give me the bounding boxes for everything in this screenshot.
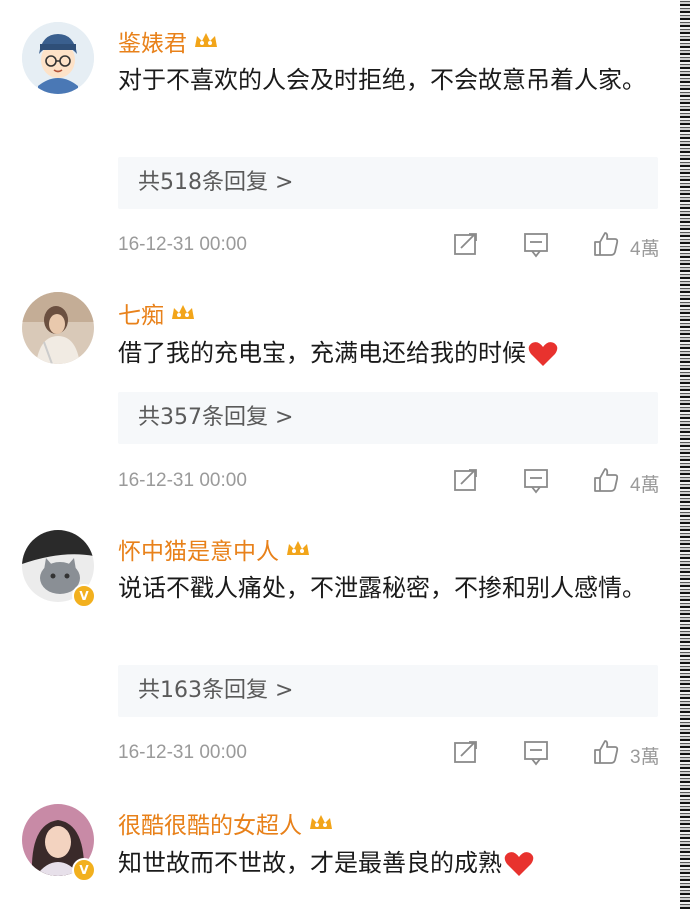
avatar[interactable] xyxy=(22,292,94,364)
photo-avatar-icon xyxy=(22,292,94,364)
replies-label: 共357条回复 > xyxy=(138,405,294,430)
vip-crown-icon xyxy=(172,305,194,319)
heart-icon xyxy=(504,852,534,876)
avatar[interactable] xyxy=(22,22,94,94)
username-text[interactable]: 鉴婊君 xyxy=(118,24,187,58)
username-text[interactable]: 怀中猫是意中人 xyxy=(118,532,279,566)
comment-icon[interactable] xyxy=(522,466,550,494)
comment-text: 知世故而不世故，才是最善良的成熟 xyxy=(118,844,658,882)
screenshot-edge-border xyxy=(680,0,690,909)
comment-item: V 怀中猫是意中人 说话不戳人痛处，不泄露秘密，不掺和别人感情。 共163条回复… xyxy=(0,508,680,778)
comment-item: V 很酷很酷的女超人 知世故而不世故，才是最善良的成熟 xyxy=(0,778,680,909)
comment-item: 鉴婊君 对于不喜欢的人会及时拒绝，不会故意吊着人家。 共518条回复 > 16-… xyxy=(0,0,680,270)
cartoon-boy-avatar-icon xyxy=(22,22,94,94)
comment-meta: 16-12-31 00:00 4萬 xyxy=(118,230,666,260)
replies-link[interactable]: 共357条回复 > xyxy=(118,392,658,444)
verified-badge-icon: V xyxy=(72,858,96,882)
comment-text-content: 知世故而不世故，才是最善良的成熟 xyxy=(118,849,502,877)
verified-badge-icon: V xyxy=(72,584,96,608)
comment-icon[interactable] xyxy=(522,230,550,258)
repost-icon[interactable] xyxy=(452,230,480,258)
vip-crown-icon xyxy=(195,33,217,47)
username-text[interactable]: 很酷很酷的女超人 xyxy=(118,806,302,840)
vip-crown-icon xyxy=(287,541,309,555)
timestamp: 16-12-31 00:00 xyxy=(118,234,247,255)
comment-text-content: 借了我的充电宝，充满电还给我的时候 xyxy=(118,339,526,367)
like-count: 3萬 xyxy=(630,747,660,768)
repost-icon[interactable] xyxy=(452,466,480,494)
timestamp: 16-12-31 00:00 xyxy=(118,742,247,763)
like-count: 4萬 xyxy=(630,239,660,260)
comment-text: 借了我的充电宝，充满电还给我的时候 xyxy=(118,334,658,372)
like-icon[interactable] xyxy=(592,466,620,494)
comment-icon[interactable] xyxy=(522,738,550,766)
username[interactable]: 鉴婊君 xyxy=(118,24,219,58)
replies-label: 共163条回复 > xyxy=(138,678,294,703)
comment-meta: 16-12-31 00:00 3萬 xyxy=(118,738,666,768)
repost-icon[interactable] xyxy=(452,738,480,766)
heart-icon xyxy=(528,342,558,366)
vip-crown-icon xyxy=(310,815,332,829)
username-text[interactable]: 七痴 xyxy=(118,296,164,330)
replies-label: 共518条回复 > xyxy=(138,170,294,195)
comment-text: 对于不喜欢的人会及时拒绝，不会故意吊着人家。 xyxy=(118,61,658,99)
timestamp: 16-12-31 00:00 xyxy=(118,470,247,491)
like-count: 4萬 xyxy=(630,475,660,496)
comment-meta: 16-12-31 00:00 4萬 xyxy=(118,466,666,496)
username[interactable]: 很酷很酷的女超人 xyxy=(118,806,334,840)
replies-link[interactable]: 共163条回复 > xyxy=(118,665,658,717)
comment-text-content: 对于不喜欢的人会及时拒绝，不会故意吊着人家。 xyxy=(118,66,646,94)
comment-text-content: 说话不戳人痛处，不泄露秘密，不掺和别人感情。 xyxy=(118,574,646,602)
username[interactable]: 怀中猫是意中人 xyxy=(118,532,311,566)
like-icon[interactable] xyxy=(592,738,620,766)
like-icon[interactable] xyxy=(592,230,620,258)
replies-link[interactable]: 共518条回复 > xyxy=(118,157,658,209)
comment-text: 说话不戳人痛处，不泄露秘密，不掺和别人感情。 xyxy=(118,569,658,607)
comment-item: 七痴 借了我的充电宝，充满电还给我的时候 共357条回复 > 16-12-31 … xyxy=(0,270,680,508)
username[interactable]: 七痴 xyxy=(118,296,196,330)
